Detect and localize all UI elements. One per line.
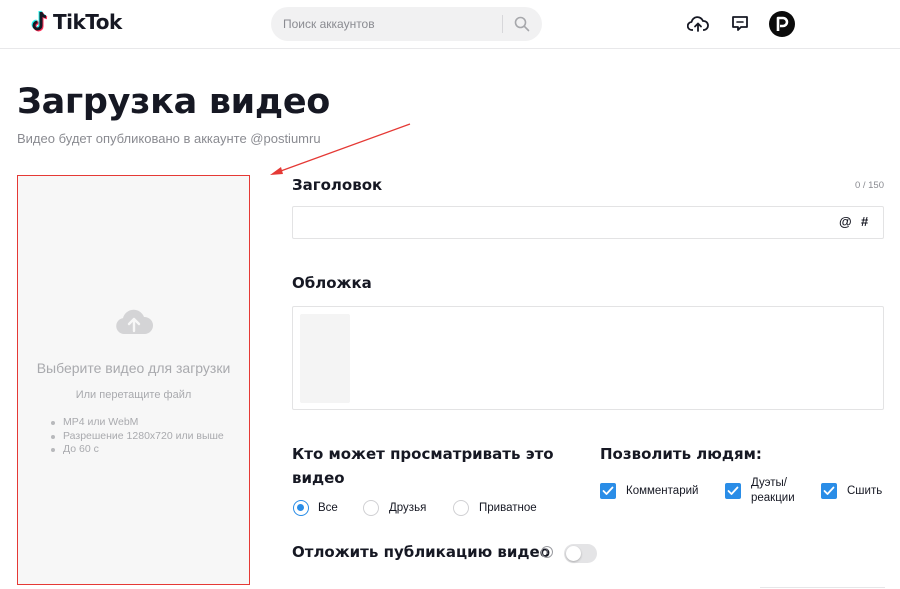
search-icon — [514, 16, 530, 32]
allow-option-label[interactable]: Комментарий — [626, 485, 698, 497]
caption-input[interactable] — [301, 207, 821, 238]
visibility-label-line2: видео — [292, 469, 345, 487]
mention-button[interactable]: @ — [839, 214, 852, 229]
requirement-item: До 60 с — [51, 443, 224, 457]
divider — [760, 587, 885, 588]
inbox-button[interactable] — [728, 12, 752, 36]
allow-option-label[interactable]: Дуэты/ — [751, 477, 787, 489]
allow-option-label[interactable]: Сшить — [847, 485, 882, 497]
visibility-option-label[interactable]: Друзья — [389, 502, 426, 514]
upload-requirements: MP4 или WebM Разрешение 1280x720 или выш… — [51, 416, 224, 457]
inbox-icon — [732, 16, 748, 31]
check-icon — [602, 486, 614, 495]
schedule-toggle[interactable] — [564, 544, 597, 563]
logo-text: TikTok — [53, 10, 122, 34]
postium-logo-icon — [776, 16, 789, 31]
caption-label: Заголовок — [292, 176, 383, 194]
visibility-radio-private[interactable] — [453, 500, 469, 516]
video-upload-dropzone[interactable]: Выберите видео для загрузки Или перетащи… — [17, 175, 250, 585]
info-icon[interactable]: i — [541, 546, 553, 558]
avatar[interactable] — [769, 11, 795, 37]
cover-label: Обложка — [292, 274, 372, 292]
search-bar — [271, 7, 542, 41]
allow-label: Позволить людям: — [600, 445, 762, 463]
upload-cloud-icon — [687, 16, 709, 32]
allow-option-label-line2[interactable]: реакции — [751, 492, 795, 504]
tiktok-logo[interactable]: TikTok — [30, 10, 122, 34]
search-button[interactable] — [507, 10, 537, 38]
visibility-option-label[interactable]: Все — [318, 502, 338, 514]
hashtag-button[interactable]: # — [861, 214, 868, 229]
search-divider — [502, 15, 503, 33]
check-icon — [727, 486, 739, 495]
caption-char-count: 0 / 150 — [854, 180, 884, 191]
visibility-option-label[interactable]: Приватное — [479, 502, 537, 514]
cover-selector — [292, 306, 884, 410]
upload-title: Выберите видео для загрузки — [36, 360, 231, 376]
allow-comments-checkbox[interactable] — [600, 483, 616, 499]
top-navbar: TikTok — [0, 0, 900, 49]
allow-duet-checkbox[interactable] — [725, 483, 741, 499]
page-title: Загрузка видео — [17, 82, 331, 122]
visibility-radio-friends[interactable] — [363, 500, 379, 516]
check-icon — [823, 486, 835, 495]
tiktok-note-icon — [31, 10, 48, 32]
requirement-item: Разрешение 1280x720 или выше — [51, 430, 224, 444]
visibility-radio-everyone[interactable] — [293, 500, 309, 516]
caption-field: @ # — [292, 206, 884, 239]
schedule-label: Отложить публикацию видео — [292, 543, 551, 561]
cloud-upload-icon — [116, 309, 154, 334]
visibility-label: Кто может просматривать это — [292, 445, 554, 463]
upload-hint: Или перетащите файл — [75, 389, 192, 401]
allow-stitch-checkbox[interactable] — [821, 483, 837, 499]
page-subtitle: Видео будет опубликовано в аккаунте @pos… — [17, 131, 321, 146]
cover-thumbnail[interactable] — [300, 314, 350, 403]
upload-button[interactable] — [686, 12, 710, 36]
search-input[interactable] — [283, 7, 501, 41]
requirement-item: MP4 или WebM — [51, 416, 224, 430]
